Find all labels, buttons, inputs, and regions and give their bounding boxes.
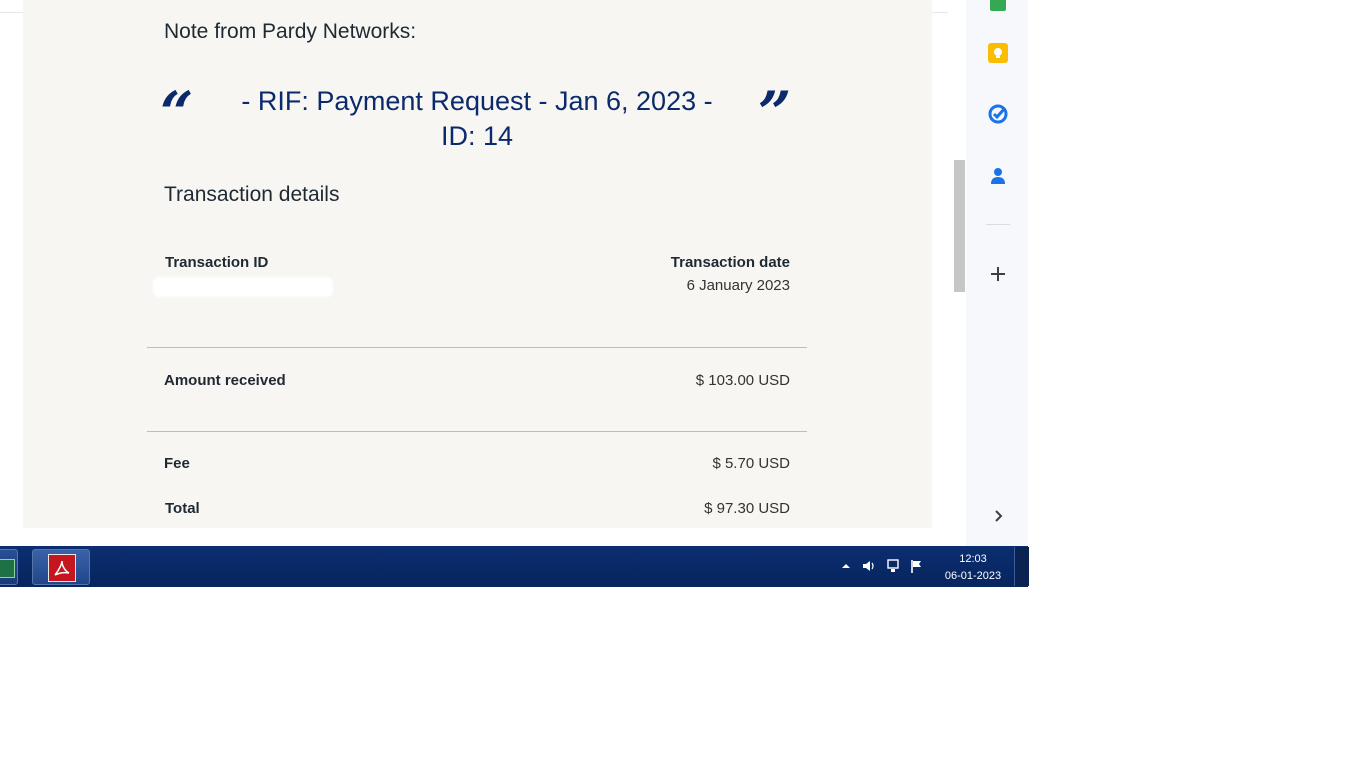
add-icon[interactable] — [983, 259, 1013, 289]
browser-content: Note from Pardy Networks: “ - RIF: Payme… — [0, 0, 966, 528]
show-desktop-button[interactable] — [1014, 547, 1029, 586]
note-heading: Note from Pardy Networks: — [164, 20, 417, 43]
transaction-id-label: Transaction ID — [165, 254, 269, 271]
payment-note: - RIF: Payment Request - Jan 6, 2023 - I… — [241, 86, 713, 151]
amount-received-value: $ 103.00 USD — [695, 372, 790, 389]
show-hidden-icons-icon[interactable] — [838, 558, 854, 574]
open-quote-icon: “ — [160, 79, 194, 147]
scrollbar-thumb[interactable] — [954, 160, 965, 292]
expand-chevron-icon[interactable] — [983, 501, 1013, 531]
excel-taskbar-button[interactable] — [0, 549, 18, 585]
adobe-reader-icon — [48, 554, 76, 582]
contacts-icon[interactable] — [983, 161, 1013, 191]
fee-value: $ 5.70 USD — [712, 455, 790, 472]
excel-icon — [0, 559, 15, 578]
tasks-icon[interactable] — [983, 99, 1013, 129]
total-value: $ 97.30 USD — [704, 500, 790, 517]
calendar-icon[interactable] — [983, 0, 1013, 18]
divider-2 — [147, 431, 807, 432]
divider-1 — [147, 347, 807, 348]
transaction-details-title: Transaction details — [164, 183, 340, 206]
panel-divider — [986, 224, 1010, 225]
close-quote-icon: ” — [758, 79, 792, 147]
keep-icon[interactable] — [983, 38, 1013, 68]
clock-date[interactable]: 06-01-2023 — [936, 570, 1010, 582]
adobe-reader-taskbar-button[interactable] — [32, 549, 90, 585]
transaction-id-redacted — [153, 277, 333, 297]
amount-received-label: Amount received — [164, 372, 286, 389]
clock-time[interactable]: 12:03 — [936, 553, 1010, 565]
volume-icon[interactable] — [861, 558, 877, 574]
action-center-flag-icon[interactable] — [909, 558, 925, 574]
network-icon[interactable] — [885, 558, 901, 574]
fee-label: Fee — [164, 455, 190, 472]
total-label: Total — [165, 500, 200, 517]
transaction-date-value: 6 January 2023 — [686, 277, 790, 294]
transaction-date-label: Transaction date — [670, 254, 790, 271]
